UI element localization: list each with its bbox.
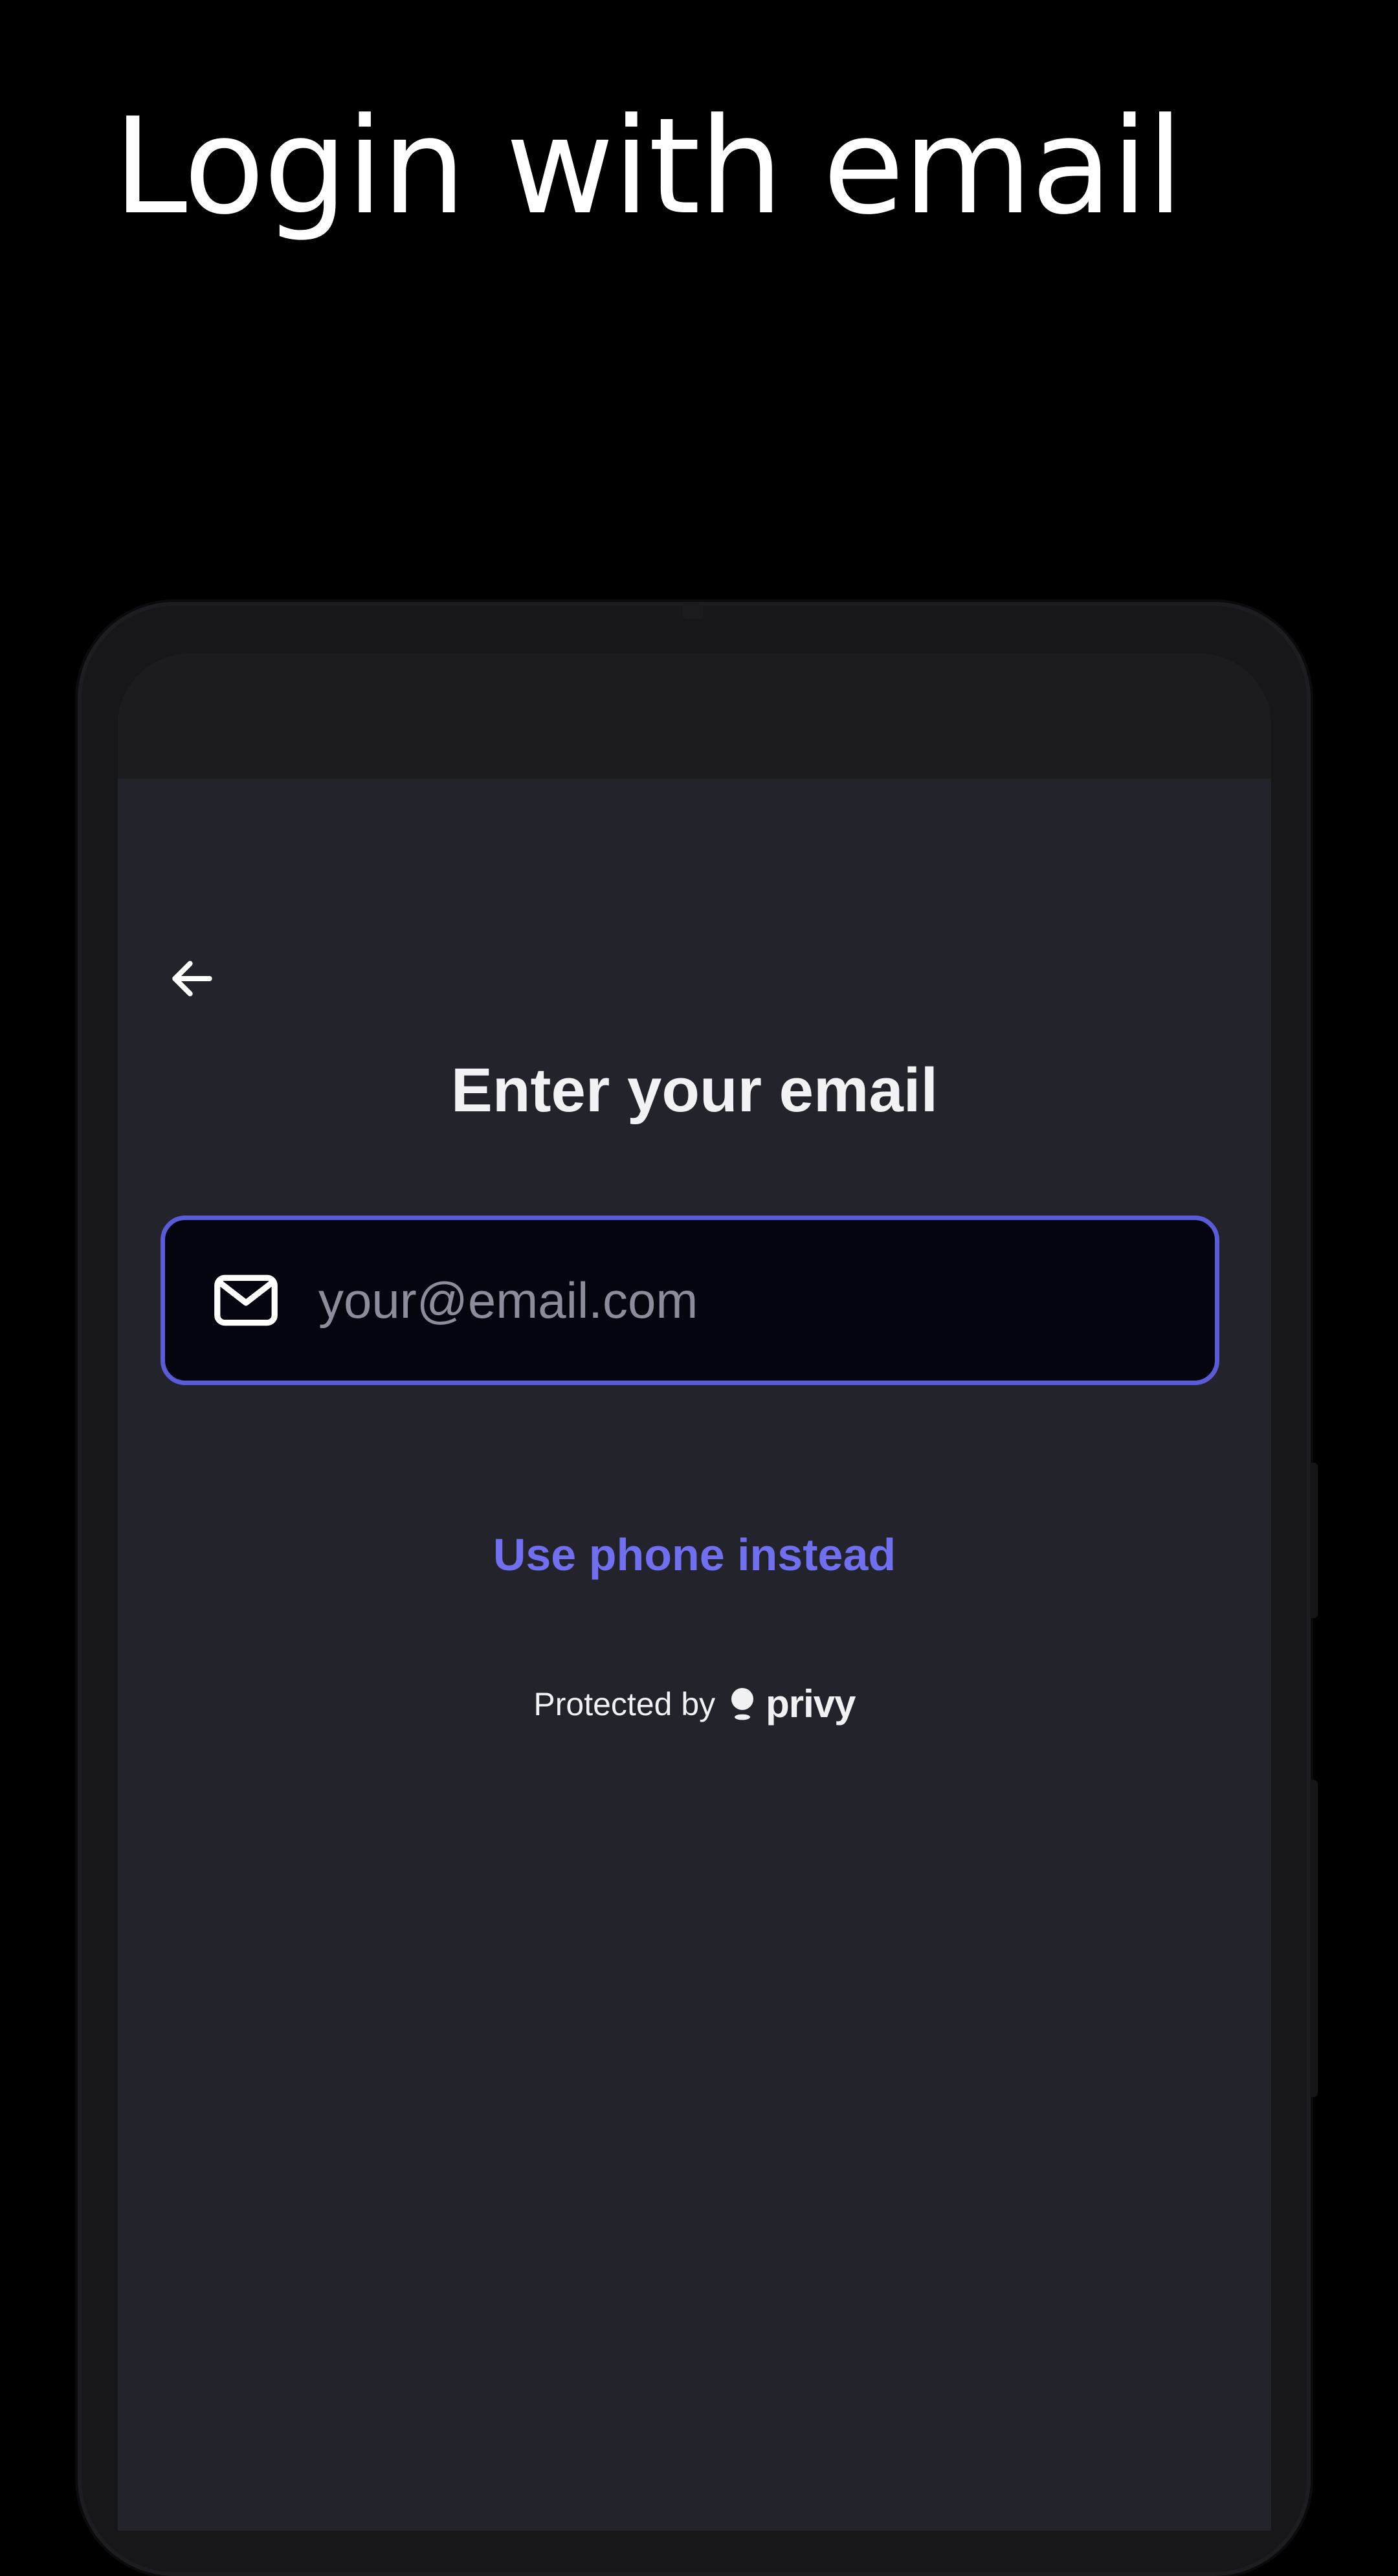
email-input[interactable] xyxy=(318,1261,1215,1339)
use-phone-instead-link[interactable]: Use phone instead xyxy=(493,1529,896,1580)
envelope-icon xyxy=(214,1274,278,1326)
back-button[interactable] xyxy=(153,943,231,1014)
protected-by-footer: Protected by privy xyxy=(118,1682,1271,1726)
phone-volume-button xyxy=(1310,1463,1318,1618)
use-phone-link-row: Use phone instead xyxy=(118,1529,1271,1581)
protected-by-label: Protected by xyxy=(533,1685,716,1722)
modal-title: Enter your email xyxy=(450,1056,938,1125)
page-headline: Login with email xyxy=(113,90,1184,244)
privy-logo-icon xyxy=(731,1687,754,1720)
camera-notch xyxy=(683,602,704,619)
arrow-left-icon xyxy=(172,960,212,997)
phone-power-button xyxy=(1310,1780,1318,2097)
privy-brand: privy xyxy=(766,1682,856,1726)
email-field[interactable] xyxy=(161,1216,1219,1385)
status-bar xyxy=(118,654,1271,779)
phone-screen: Enter your email Use phone instead Prote… xyxy=(118,654,1271,2531)
